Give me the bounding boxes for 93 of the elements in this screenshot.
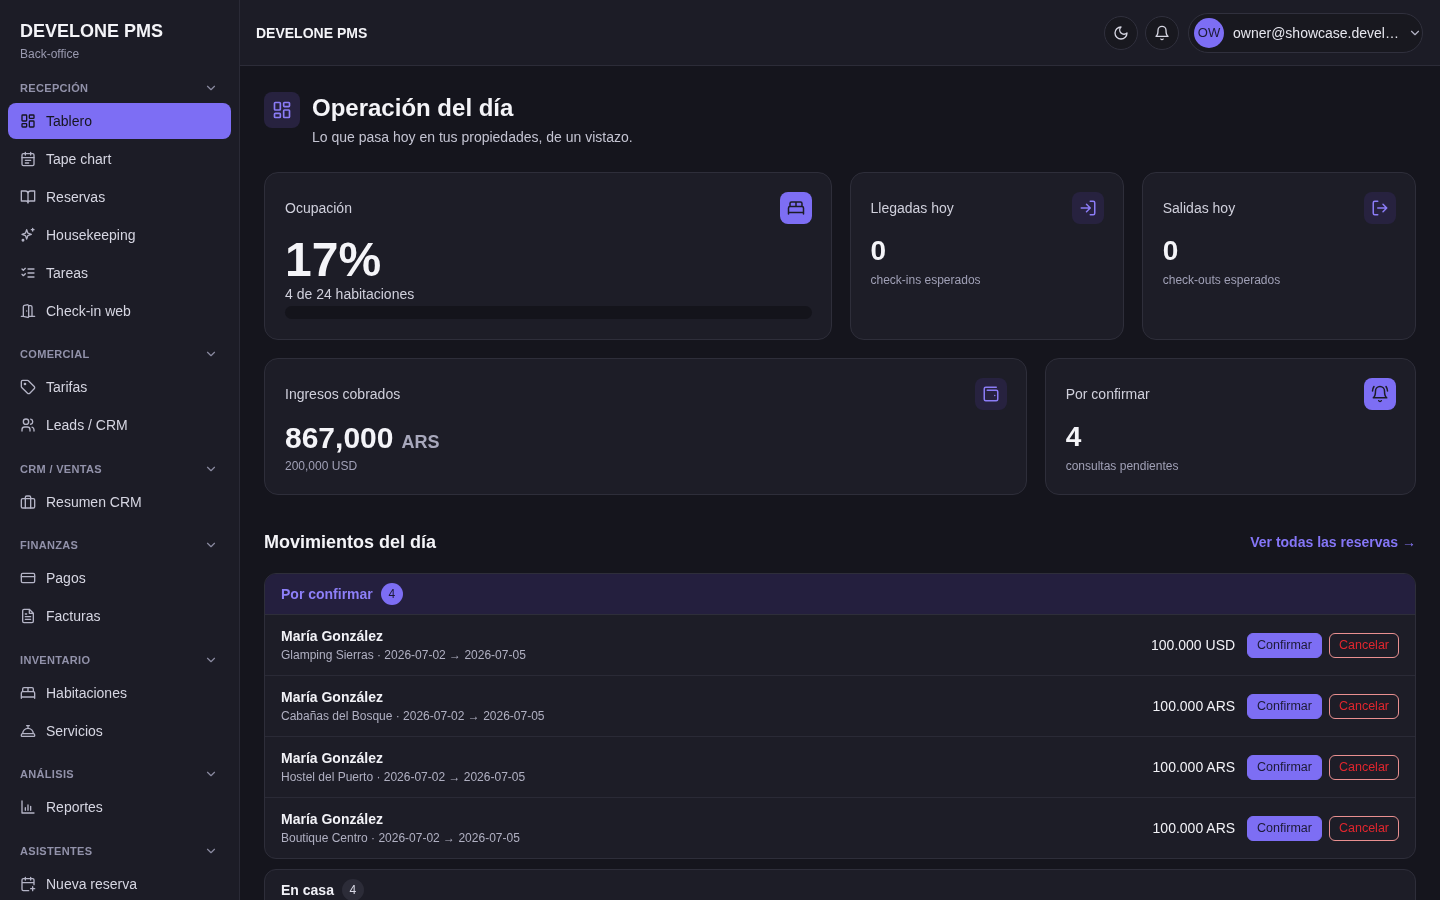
stat-label: Salidas hoy	[1162, 200, 1236, 216]
theme-toggle-button[interactable]	[1104, 15, 1138, 50]
group-header[interactable]: En casa 4	[265, 870, 1415, 900]
nav-item[interactable]: Reservas	[8, 178, 231, 215]
confirm-button[interactable]: Confirmar	[1247, 693, 1322, 719]
nav-item[interactable]: Leads / CRM	[8, 407, 231, 443]
sparkles-icon	[20, 226, 36, 243]
nav-item[interactable]: Tareas	[8, 254, 231, 291]
nav-item[interactable]: Resumen CRM	[8, 483, 231, 520]
nav-item[interactable]: Habitaciones	[8, 674, 231, 711]
brand-subtitle: Back-office	[20, 46, 81, 62]
app-title: DEVELONE PMS	[256, 24, 368, 41]
nav-item[interactable]: Tarifas	[8, 369, 231, 405]
nav-item[interactable]: Servicios	[8, 712, 231, 749]
users-icon	[20, 417, 36, 433]
bed-icon	[20, 684, 36, 701]
booking-details: Hostel del Puerto · 2026-07-02 → 2026-07-05	[281, 769, 526, 785]
count-badge: 4	[380, 583, 403, 605]
guest-name: María González	[281, 749, 384, 767]
nav-item[interactable]: Check-in web	[8, 292, 231, 329]
section-toggle[interactable]: INVENTARIO	[8, 649, 231, 670]
user-menu-button[interactable]: OW owner@showcase.devel…	[1188, 12, 1423, 53]
section-toggle[interactable]: CRM / VENTAS	[8, 458, 231, 479]
stat-value: 17%	[285, 234, 382, 286]
stat-label: Llegadas hoy	[870, 200, 954, 216]
count-badge: 4	[341, 879, 364, 900]
cancel-button[interactable]: Cancelar	[1328, 754, 1399, 780]
stat-unit: ARS	[401, 432, 440, 453]
stat-caption: 4 de 24 habitaciones	[285, 286, 416, 302]
nav-item[interactable]: Nueva reserva	[8, 865, 231, 900]
stat-caption: check-ins esperados	[870, 272, 982, 288]
stat-label: Por confirmar	[1065, 386, 1150, 402]
user-email: owner@showcase.devel…	[1233, 24, 1399, 41]
confirm-button[interactable]: Confirmar	[1247, 754, 1322, 780]
book-icon	[20, 188, 36, 205]
user-avatar: OW	[1194, 17, 1224, 48]
stat-caption: 200,000 USD	[285, 458, 359, 474]
section-toggle[interactable]: ANÁLISIS	[8, 764, 231, 784]
section-toggle[interactable]: COMERCIAL	[8, 344, 231, 364]
document-icon	[20, 608, 36, 624]
booking-details: Glamping Sierras · 2026-07-02 → 2026-07-05	[281, 647, 526, 663]
grid-icon	[20, 112, 36, 129]
booking-details: Cabañas del Bosque · 2026-07-02 → 2026-07-05	[281, 708, 545, 724]
bar-chart-icon	[20, 799, 36, 815]
booking-amount: 100.000 USD	[1151, 637, 1236, 653]
briefcase-icon	[20, 493, 36, 510]
tag-icon	[20, 379, 36, 395]
nav-item[interactable]: Pagos	[8, 560, 231, 596]
guest-name: María González	[281, 688, 384, 706]
booking-amount: 100.000 ARS	[1152, 820, 1236, 836]
dashboard-icon	[264, 92, 300, 128]
cancel-button[interactable]: Cancelar	[1328, 632, 1399, 658]
section-title: Movimientos del día	[264, 531, 437, 554]
notifications-button[interactable]	[1145, 15, 1179, 50]
cancel-button[interactable]: Cancelar	[1328, 815, 1399, 841]
calendar-icon	[20, 150, 36, 167]
confirm-button[interactable]: Confirmar	[1247, 632, 1322, 658]
booking-details: Boutique Centro · 2026-07-02 → 2026-07-05	[281, 830, 520, 846]
calendar-plus-icon	[20, 875, 36, 892]
moon-icon	[1113, 24, 1129, 41]
stat-caption: check-outs esperados	[1162, 272, 1282, 288]
nav-item[interactable]: Reportes	[8, 789, 231, 825]
section-toggle[interactable]: RECEPCIÓN	[8, 77, 231, 98]
stat-label: Ingresos cobrados	[285, 386, 401, 402]
nav-item[interactable]: Facturas	[8, 598, 231, 634]
stat-caption: consultas pendientes	[1065, 458, 1180, 474]
view-all-link[interactable]: Ver todas las reservas →	[1250, 534, 1416, 550]
brand-name: DEVELONE PMS	[20, 20, 165, 42]
group-title: En casa	[281, 882, 334, 898]
confirm-button[interactable]: Confirmar	[1247, 815, 1322, 841]
door-icon	[20, 302, 36, 319]
page-subtitle: Lo que pasa hoy en tus propiedades, de un vistazo.	[312, 128, 633, 147]
stat-value: 0	[870, 234, 887, 268]
nav-item[interactable]: Tablero	[8, 102, 231, 139]
cancel-button[interactable]: Cancelar	[1328, 693, 1399, 719]
section-toggle[interactable]: ASISTENTES	[8, 840, 231, 861]
booking-amount: 100.000 ARS	[1152, 698, 1236, 714]
service-bell-icon	[20, 722, 36, 739]
stat-value: 867,000	[285, 420, 394, 456]
page-title: Operación del día	[312, 93, 515, 123]
nav-item[interactable]: Tape chart	[8, 140, 231, 177]
stat-value: 0	[1162, 234, 1179, 268]
guest-name: María González	[281, 627, 384, 645]
guest-name: María González	[281, 810, 384, 828]
group-header[interactable]: Por confirmar 4	[265, 574, 1415, 615]
stat-label: Ocupación	[285, 200, 352, 216]
group-title: Por confirmar	[281, 586, 373, 602]
stat-value: 4	[1065, 420, 1082, 454]
booking-amount: 100.000 ARS	[1152, 759, 1236, 775]
bell-icon	[1154, 24, 1170, 41]
section-toggle[interactable]: FINANZAS	[8, 535, 231, 555]
credit-card-icon	[20, 570, 36, 586]
nav-item[interactable]: Housekeeping	[8, 216, 231, 253]
